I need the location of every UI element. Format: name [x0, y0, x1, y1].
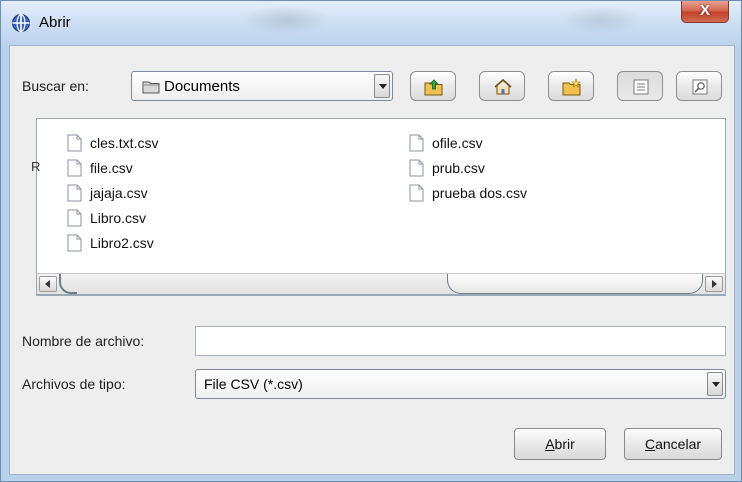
background-blur — [241, 5, 331, 35]
list-item[interactable]: prub.csv — [409, 158, 485, 178]
up-folder-icon — [424, 79, 443, 96]
scroll-track — [59, 274, 77, 294]
file-icon — [67, 234, 82, 252]
file-name: ofile.csv — [432, 135, 483, 151]
scroll-left-icon[interactable] — [39, 276, 57, 292]
filename-input[interactable] — [195, 326, 726, 356]
list-item[interactable]: ofile.csv — [409, 133, 483, 153]
home-icon — [494, 78, 512, 95]
file-name: Libro.csv — [90, 210, 147, 226]
title-bar[interactable]: Abrir X — [1, 1, 741, 45]
horizontal-scrollbar[interactable] — [36, 273, 726, 295]
file-name: jajaja.csv — [90, 185, 148, 201]
chevron-down-icon[interactable] — [707, 372, 723, 396]
list-view-button[interactable] — [617, 71, 663, 101]
filetype-value: File CSV (*.csv) — [204, 376, 303, 392]
stray-character: R — [31, 159, 41, 174]
cancel-button[interactable]: Cancelar — [624, 428, 722, 460]
cancel-label: ancelar — [655, 436, 702, 452]
filename-label: Nombre de archivo: — [22, 333, 145, 349]
scroll-thumb[interactable] — [447, 274, 703, 294]
cancel-mnemonic: C — [644, 436, 656, 452]
open-mnemonic: A — [545, 436, 555, 452]
background-blur — [561, 5, 641, 35]
list-item[interactable]: jajaja.csv — [67, 183, 148, 203]
new-folder-icon — [562, 78, 581, 96]
file-name: prueba dos.csv — [432, 185, 527, 201]
look-in-combo[interactable]: Documents — [131, 71, 393, 101]
list-item[interactable]: file.csv — [67, 158, 133, 178]
look-in-label: Buscar en: — [22, 78, 89, 94]
file-icon — [409, 184, 424, 202]
file-icon — [67, 209, 82, 227]
details-view-icon — [692, 79, 708, 95]
dialog-body: Buscar en: Documents R cles.txt.csv file… — [9, 45, 735, 475]
filetype-combo[interactable]: File CSV (*.csv) — [195, 369, 726, 399]
file-name: Libro2.csv — [90, 235, 154, 251]
close-button[interactable]: X — [681, 1, 729, 23]
close-icon: X — [699, 2, 710, 19]
details-view-button[interactable] — [676, 71, 722, 101]
file-icon — [67, 159, 82, 177]
list-item[interactable]: Libro.csv — [67, 208, 146, 228]
list-item[interactable]: cles.txt.csv — [67, 133, 158, 153]
file-name: file.csv — [90, 160, 133, 176]
file-icon — [67, 134, 82, 152]
list-item[interactable]: Libro2.csv — [67, 233, 154, 253]
chevron-down-icon[interactable] — [374, 74, 390, 98]
file-icon — [409, 159, 424, 177]
list-view-icon — [633, 79, 649, 95]
open-button[interactable]: Abrir — [514, 428, 606, 460]
file-icon — [67, 184, 82, 202]
filetype-label: Archivos de tipo: — [22, 376, 126, 392]
open-dialog: Abrir X Buscar en: Documents R cles.txt.… — [0, 0, 742, 482]
file-name: prub.csv — [432, 160, 485, 176]
file-list[interactable]: R cles.txt.csv file.csv jajaja.csv Libro… — [31, 118, 726, 296]
window-title: Abrir — [39, 14, 71, 31]
file-icon — [409, 134, 424, 152]
folder-icon — [142, 81, 160, 94]
new-folder-button[interactable] — [548, 71, 594, 101]
home-button[interactable] — [479, 71, 525, 101]
scroll-right-icon[interactable] — [705, 276, 723, 292]
list-item[interactable]: prueba dos.csv — [409, 183, 527, 203]
file-name: cles.txt.csv — [90, 135, 159, 151]
up-one-level-button[interactable] — [410, 71, 456, 101]
open-label: brir — [554, 436, 575, 452]
look-in-value: Documents — [164, 78, 240, 95]
app-globe-icon — [12, 13, 30, 33]
